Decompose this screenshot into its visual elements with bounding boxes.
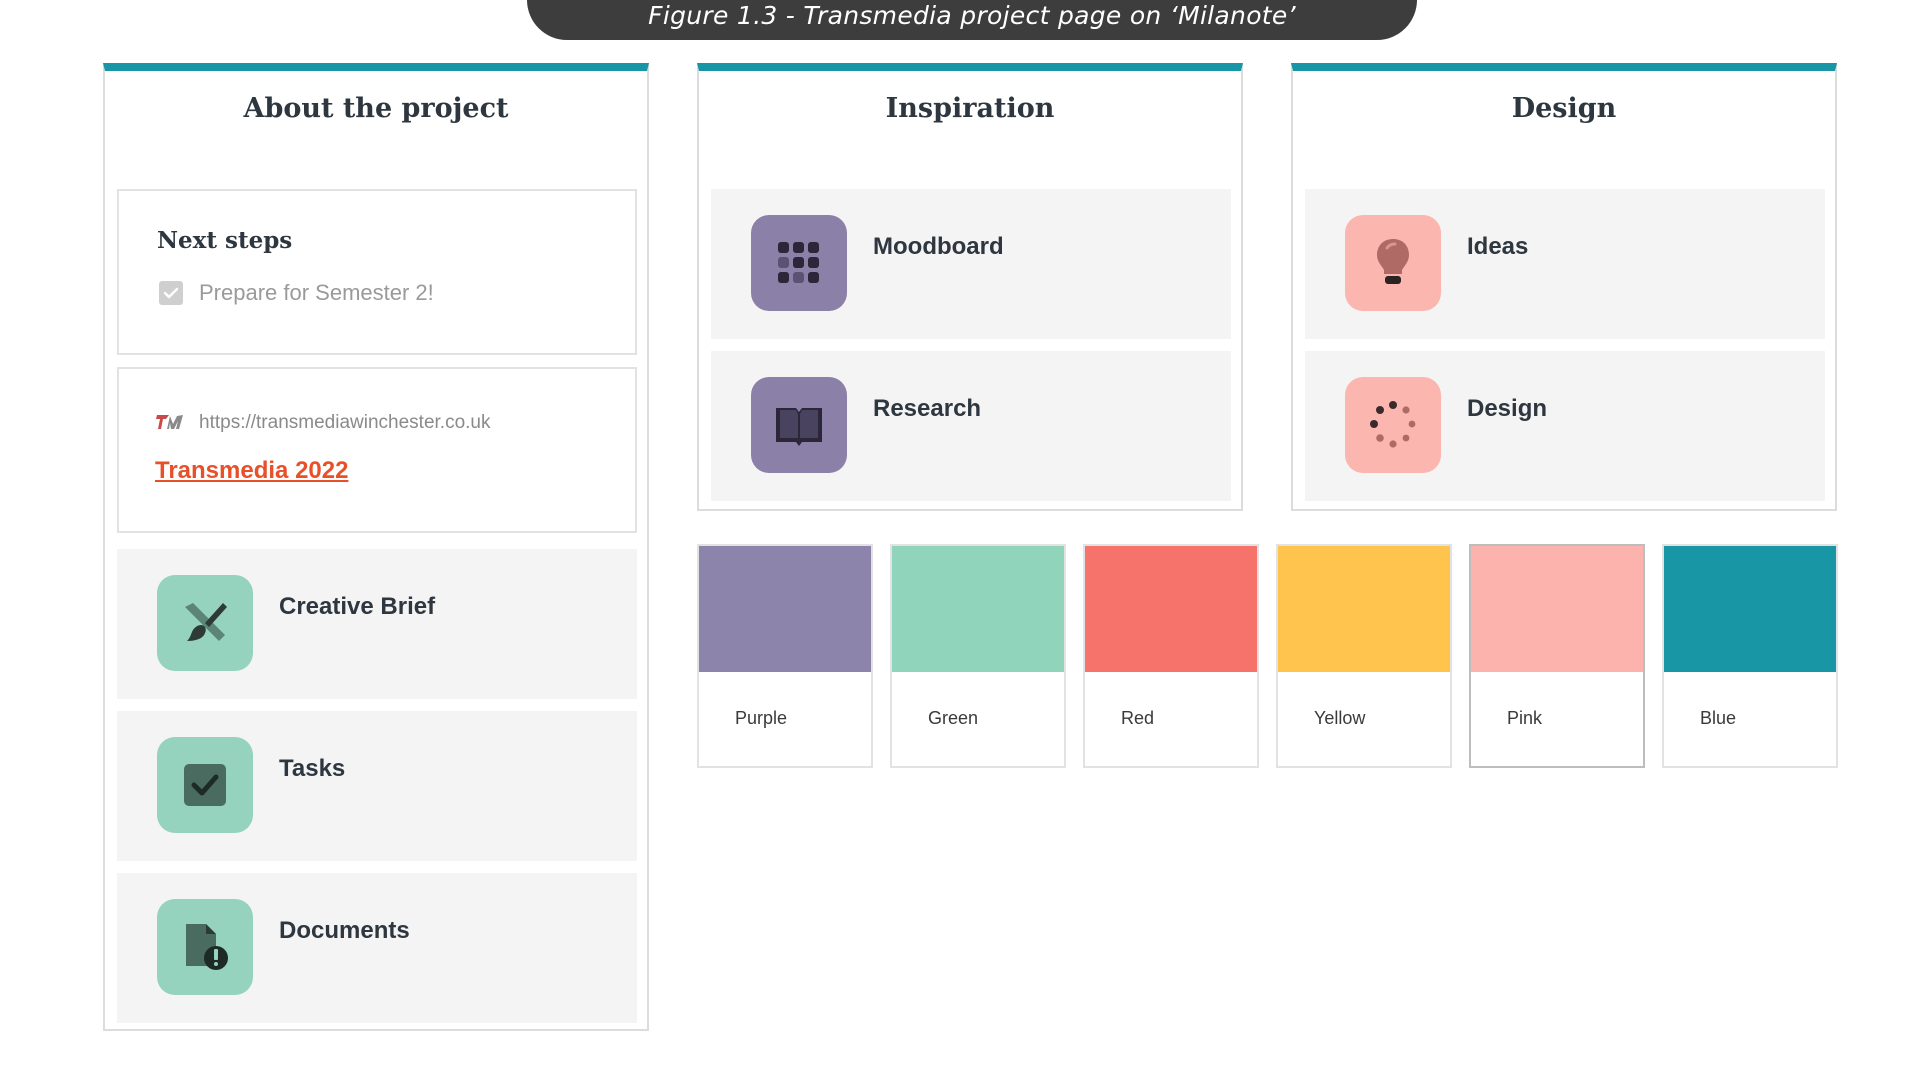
- swatch-color: [699, 546, 871, 672]
- link-url[interactable]: https://transmediawinchester.co.uk: [199, 412, 490, 434]
- board-research[interactable]: Research: [711, 351, 1231, 501]
- swatch-color: [1664, 546, 1836, 672]
- swatch-color: [1278, 546, 1450, 672]
- board-label: Moodboard: [873, 233, 1004, 260]
- lightbulb-icon: [1345, 215, 1441, 311]
- next-steps-card[interactable]: Next steps Prepare for Semester 2!: [117, 189, 637, 355]
- swatch-color: [892, 546, 1064, 672]
- grid-dots-icon: [751, 215, 847, 311]
- column-title-design: Design: [1511, 93, 1617, 124]
- checkmark-icon: [163, 287, 179, 299]
- document-alert-icon: [157, 899, 253, 995]
- board-label: Design: [1467, 395, 1548, 422]
- task-checkbox[interactable]: [159, 281, 183, 305]
- site-logo-icon: [156, 415, 183, 429]
- paintbrush-icon: [157, 575, 253, 671]
- figure-caption: Figure 1.3 - Transmedia project page on …: [648, 1, 1296, 30]
- column-about-project: About the project Next steps Prepare for…: [103, 63, 649, 1031]
- swatch-red[interactable]: Red: [1083, 544, 1259, 768]
- swatch-name: Yellow: [1314, 708, 1366, 728]
- figure-caption-banner: Figure 1.3 - Transmedia project page on …: [527, 0, 1417, 40]
- column-title-about: About the project: [243, 93, 509, 124]
- open-book-icon: [751, 377, 847, 473]
- swatch-color: [1471, 546, 1643, 672]
- next-steps-title: Next steps: [157, 227, 293, 254]
- board-ideas[interactable]: Ideas: [1305, 189, 1825, 339]
- column-inspiration: Inspiration Moodboard Research: [697, 63, 1243, 511]
- board-moodboard[interactable]: Moodboard: [711, 189, 1231, 339]
- board-design[interactable]: Design: [1305, 351, 1825, 501]
- link-card[interactable]: https://transmediawinchester.co.uk Trans…: [117, 367, 637, 533]
- swatch-name: Blue: [1700, 708, 1737, 728]
- swatch-name: Purple: [735, 708, 788, 728]
- swatch-name: Red: [1121, 708, 1155, 728]
- checkbox-icon: [157, 737, 253, 833]
- board-creative-brief[interactable]: Creative Brief: [117, 549, 637, 699]
- swatch-name: Pink: [1507, 708, 1543, 728]
- board-label: Ideas: [1467, 233, 1529, 260]
- swatch-purple[interactable]: Purple: [697, 544, 873, 768]
- swatch-pink[interactable]: Pink: [1469, 544, 1645, 768]
- swatch-color: [1085, 546, 1257, 672]
- board-documents[interactable]: Documents: [117, 873, 637, 1023]
- swatch-green[interactable]: Green: [890, 544, 1066, 768]
- column-title-inspiration: Inspiration: [885, 93, 1055, 124]
- swatch-name: Green: [928, 708, 979, 728]
- board-label: Documents: [279, 917, 410, 944]
- board-tasks[interactable]: Tasks: [117, 711, 637, 861]
- board-label: Tasks: [279, 755, 346, 782]
- swatch-yellow[interactable]: Yellow: [1276, 544, 1452, 768]
- swatch-blue[interactable]: Blue: [1662, 544, 1838, 768]
- board-label: Creative Brief: [279, 593, 436, 620]
- link-title[interactable]: Transmedia 2022: [155, 457, 348, 485]
- task-text: Prepare for Semester 2!: [199, 280, 434, 305]
- spinner-dots-icon: [1345, 377, 1441, 473]
- board-label: Research: [873, 395, 982, 422]
- column-design: Design Ideas Design: [1291, 63, 1837, 511]
